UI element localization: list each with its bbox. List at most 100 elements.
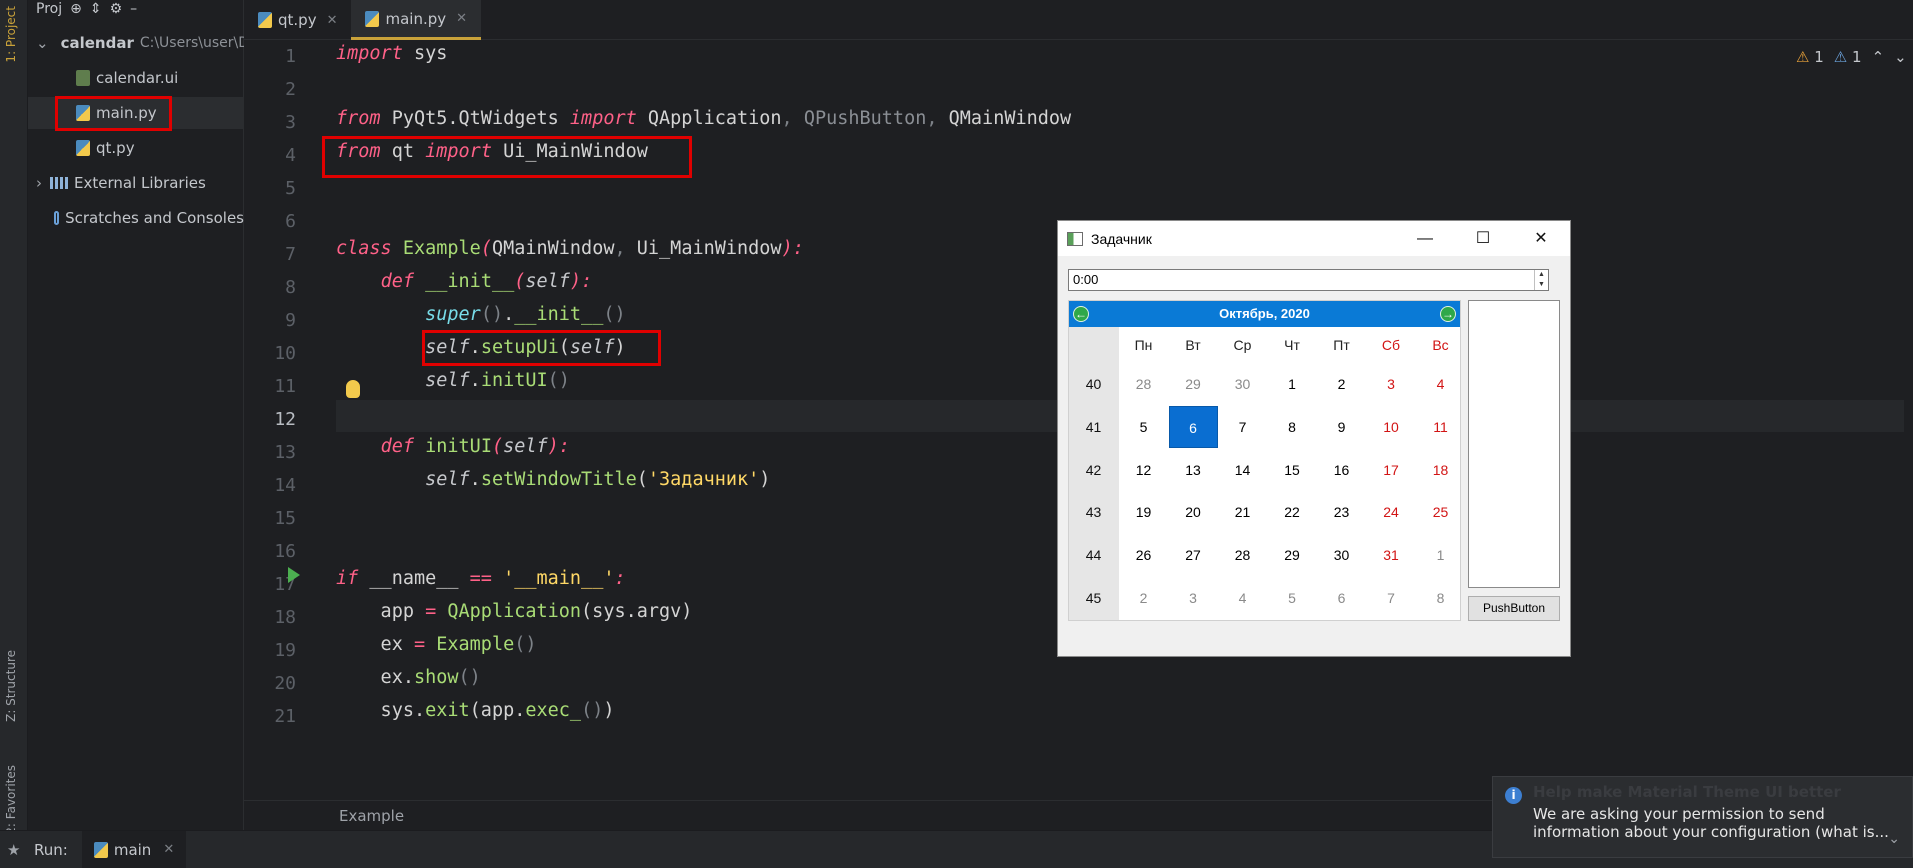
code-line-3: from PyQt5.QtWidgets import QApplication… — [336, 108, 1072, 129]
calendar-day[interactable]: 19 — [1119, 491, 1168, 533]
calendar-widget[interactable]: ← Октябрь, 2020 → Пн Вт Ср Чт Пт Сб Вс 40 28 29 30… — [1068, 300, 1461, 621]
code-line-20: ex.show() — [336, 667, 481, 688]
calendar-day[interactable]: 30 — [1317, 534, 1366, 576]
list-widget[interactable] — [1468, 300, 1560, 588]
calendar-day[interactable]: 31 — [1367, 534, 1416, 576]
line-number: 14 — [274, 475, 296, 496]
tree-item-calendar-ui[interactable]: calendar.ui — [28, 62, 244, 94]
push-button[interactable]: PushButton — [1468, 596, 1560, 621]
calendar-day[interactable]: 10 — [1367, 406, 1416, 448]
calendar-day[interactable]: 2 — [1119, 577, 1168, 619]
tree-item-qt-py[interactable]: qt.py — [28, 132, 244, 164]
month-year-label[interactable]: Октябрь, 2020 — [1219, 306, 1310, 321]
tree-item-scratches[interactable]: Scratches and Consoles — [28, 202, 244, 234]
qt-title-bar[interactable]: Задачник — ☐ ✕ — [1058, 221, 1570, 256]
calendar-day[interactable]: 29 — [1268, 534, 1317, 576]
calendar-day[interactable]: 22 — [1268, 491, 1317, 533]
calendar-day[interactable]: 7 — [1367, 577, 1416, 619]
calendar-day[interactable]: 1 — [1268, 363, 1317, 405]
calendar-day[interactable]: 6 — [1168, 405, 1218, 448]
calendar-day[interactable]: 8 — [1416, 577, 1465, 619]
time-value: 0:00 — [1073, 272, 1099, 287]
line-number: 4 — [285, 145, 296, 166]
locate-icon[interactable]: ⊕ — [70, 1, 82, 17]
time-spin-buttons[interactable]: ▲ ▼ — [1534, 270, 1548, 290]
calendar-day[interactable]: 26 — [1119, 534, 1168, 576]
minimize-panel-icon[interactable]: – — [130, 1, 137, 17]
close-button[interactable]: ✕ — [1512, 221, 1570, 256]
line-number: 19 — [274, 640, 296, 661]
close-icon[interactable]: ✕ — [456, 11, 467, 26]
calendar-day[interactable]: 7 — [1218, 406, 1267, 448]
chevron-down-icon[interactable]: ⌄ — [1888, 831, 1900, 847]
tree-item-main-py[interactable]: main.py — [28, 97, 244, 129]
calendar-day[interactable]: 13 — [1169, 449, 1218, 491]
project-tool-tab[interactable]: 1: Project — [4, 6, 18, 63]
run-gutter-icon[interactable] — [288, 567, 300, 583]
line-number: 13 — [274, 442, 296, 463]
calendar-day[interactable]: 27 — [1169, 534, 1218, 576]
tree-item-label: Scratches and Consoles — [65, 209, 244, 227]
project-view-dropdown[interactable]: Proj — [36, 1, 62, 17]
week-number: 43 — [1085, 504, 1102, 521]
calendar-day[interactable]: 12 — [1119, 449, 1168, 491]
tree-item-external-libraries[interactable]: › External Libraries — [28, 167, 244, 199]
chevron-up-icon[interactable]: ⌃ — [1872, 48, 1885, 66]
maximize-button[interactable]: ☐ — [1454, 221, 1512, 256]
calendar-day[interactable]: 14 — [1218, 449, 1267, 491]
calendar-day[interactable]: 28 — [1119, 363, 1168, 405]
close-icon[interactable]: ✕ — [327, 13, 338, 28]
star-icon[interactable]: ★ — [7, 841, 20, 859]
minimize-button[interactable]: — — [1396, 221, 1454, 256]
collapse-icon[interactable]: ⇕ — [90, 1, 102, 17]
prev-month-button[interactable]: ← — [1073, 306, 1089, 322]
calendar-day[interactable]: 30 — [1218, 363, 1267, 405]
calendar-day[interactable]: 18 — [1416, 449, 1465, 491]
calendar-day[interactable]: 15 — [1268, 449, 1317, 491]
calendar-day[interactable]: 11 — [1416, 406, 1465, 448]
calendar-nav-bar: ← Октябрь, 2020 → — [1069, 301, 1460, 327]
calendar-day[interactable]: 3 — [1367, 363, 1416, 405]
calendar-day[interactable]: 5 — [1119, 406, 1168, 448]
tab-main-py[interactable]: main.py ✕ — [351, 0, 482, 40]
inspection-widget[interactable]: ⚠ 1 ⚠ 1 ⌃ ⌄ — [1796, 48, 1907, 66]
calendar-day[interactable]: 4 — [1416, 363, 1465, 405]
chevron-down-icon[interactable]: ⌄ — [1894, 48, 1907, 66]
lightbulb-icon[interactable] — [346, 380, 360, 398]
calendar-day[interactable]: 29 — [1169, 363, 1218, 405]
structure-tool-tab[interactable]: Z: Structure — [4, 650, 18, 722]
close-icon[interactable]: ✕ — [163, 842, 174, 857]
line-number: 7 — [285, 244, 296, 265]
favorites-tool-tab[interactable]: 2: Favorites — [4, 765, 18, 835]
calendar-day[interactable]: 24 — [1367, 491, 1416, 533]
calendar-day[interactable]: 20 — [1169, 491, 1218, 533]
next-month-button[interactable]: → — [1440, 306, 1456, 322]
calendar-day[interactable]: 16 — [1317, 449, 1366, 491]
calendar-day[interactable]: 8 — [1268, 406, 1317, 448]
calendar-day[interactable]: 28 — [1218, 534, 1267, 576]
calendar-day[interactable]: 5 — [1268, 577, 1317, 619]
code-line-1: import sys — [336, 43, 448, 64]
code-line-19: ex = Example() — [336, 634, 537, 655]
calendar-day[interactable]: 6 — [1317, 577, 1366, 619]
tree-item-calendar-folder[interactable]: ⌄ calendar C:\Users\user\D — [28, 27, 249, 59]
calendar-day[interactable]: 17 — [1367, 449, 1416, 491]
code-line-4: from qt import Ui_MainWindow — [336, 141, 648, 162]
calendar-day[interactable]: 2 — [1317, 363, 1366, 405]
time-edit[interactable]: 0:00 ▲ ▼ — [1068, 269, 1549, 291]
calendar-day[interactable]: 21 — [1218, 491, 1267, 533]
run-tab-main[interactable]: main ✕ — [81, 830, 187, 868]
calendar-day[interactable]: 4 — [1218, 577, 1267, 619]
calendar-day[interactable]: 23 — [1317, 491, 1366, 533]
line-number: 8 — [285, 277, 296, 298]
calendar-day[interactable]: 25 — [1416, 491, 1465, 533]
calendar-day[interactable]: 9 — [1317, 406, 1366, 448]
calendar-day[interactable]: 1 — [1416, 534, 1465, 576]
code-line-10: self.setupUi(self) — [425, 337, 626, 358]
gear-icon[interactable]: ⚙ — [110, 1, 123, 17]
tab-qt-py[interactable]: qt.py ✕ — [244, 0, 351, 40]
line-number-gutter: 1 2 3 4 5 6 7 8 9 10 11 12 13 14 15 16 17 18 19 20 21 — [244, 40, 336, 800]
library-icon — [50, 177, 68, 189]
notification-balloon[interactable]: i Help make Material Theme UI better We … — [1492, 776, 1913, 858]
calendar-day[interactable]: 3 — [1169, 577, 1218, 619]
